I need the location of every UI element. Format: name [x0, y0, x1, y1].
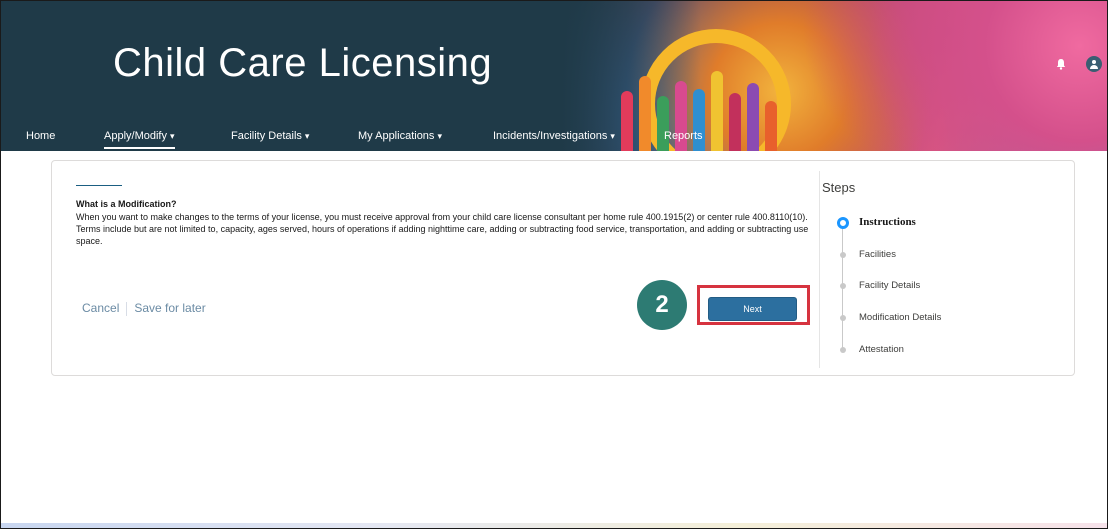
- action-divider: [126, 301, 128, 316]
- save-for-later-button[interactable]: Save for later: [134, 301, 205, 315]
- site-title: Child Care Licensing: [113, 41, 493, 85]
- step-label: Facility Details: [859, 280, 921, 291]
- chevron-down-icon: ▾: [437, 131, 442, 141]
- nav-item-label: My Applications: [358, 130, 435, 142]
- step-label: Modification Details: [859, 312, 942, 323]
- step-dot-icon: [840, 252, 846, 258]
- user-avatar-icon[interactable]: [1086, 56, 1102, 72]
- nav-item-label: Reports: [664, 130, 703, 142]
- nav-item-my-applications[interactable]: My Applications ▾: [358, 127, 442, 149]
- nav-item-label: Home: [26, 130, 56, 142]
- cancel-button[interactable]: Cancel: [82, 301, 119, 315]
- step-label: Facilities: [859, 249, 896, 260]
- step-facility-details[interactable]: Facility Details: [822, 278, 1022, 294]
- chevron-down-icon: ▾: [610, 131, 615, 141]
- steps-title: Steps: [822, 180, 856, 195]
- form-actions: Cancel Save for later: [82, 301, 206, 316]
- nav-item-label: Facility Details: [231, 130, 302, 142]
- section-accent-line: [76, 185, 122, 186]
- bell-icon[interactable]: [1055, 58, 1067, 70]
- chevron-down-icon: ▾: [304, 131, 310, 141]
- nav-item-apply-modify[interactable]: Apply/Modify ▾: [104, 127, 175, 149]
- steps-divider: [819, 171, 820, 368]
- step-dot-icon: [840, 315, 846, 321]
- nav-item-label: Apply/Modify: [104, 130, 167, 142]
- step-attestation[interactable]: Attestation: [822, 342, 1022, 358]
- nav-item-reports[interactable]: Reports: [664, 127, 703, 149]
- section-description: When you want to make changes to the ter…: [76, 212, 809, 246]
- step-dot-icon: [840, 347, 846, 353]
- chevron-down-icon: ▾: [169, 131, 175, 141]
- nav-item-home[interactable]: Home: [26, 127, 55, 149]
- step-label: Instructions: [859, 216, 916, 228]
- header-banner: Child Care Licensing Home Apply/Modify ▾ …: [1, 1, 1107, 151]
- crayon-image: [765, 101, 777, 151]
- step-modification-details[interactable]: Modification Details: [822, 310, 1022, 326]
- step-dot-icon: [840, 283, 846, 289]
- current-step-indicator-icon: [837, 217, 849, 229]
- nav-item-label: Incidents/Investigations: [493, 130, 608, 142]
- step-label: Attestation: [859, 344, 904, 355]
- nav-item-incidents-investigations[interactable]: Incidents/Investigations ▾: [493, 127, 615, 149]
- section-title: What is a Modification?: [76, 199, 177, 209]
- step-instructions[interactable]: Instructions: [822, 215, 1022, 231]
- step-number-badge: 2: [637, 280, 687, 330]
- main-nav: Home Apply/Modify ▾ Facility Details ▾ My …: [2, 127, 762, 151]
- modification-card: What is a Modification? When you want to…: [51, 160, 1075, 376]
- step-facilities[interactable]: Facilities: [822, 247, 1022, 263]
- footer-gradient-strip: [1, 523, 1107, 528]
- next-button[interactable]: Next: [708, 297, 797, 321]
- nav-item-facility-details[interactable]: Facility Details ▾: [231, 127, 309, 149]
